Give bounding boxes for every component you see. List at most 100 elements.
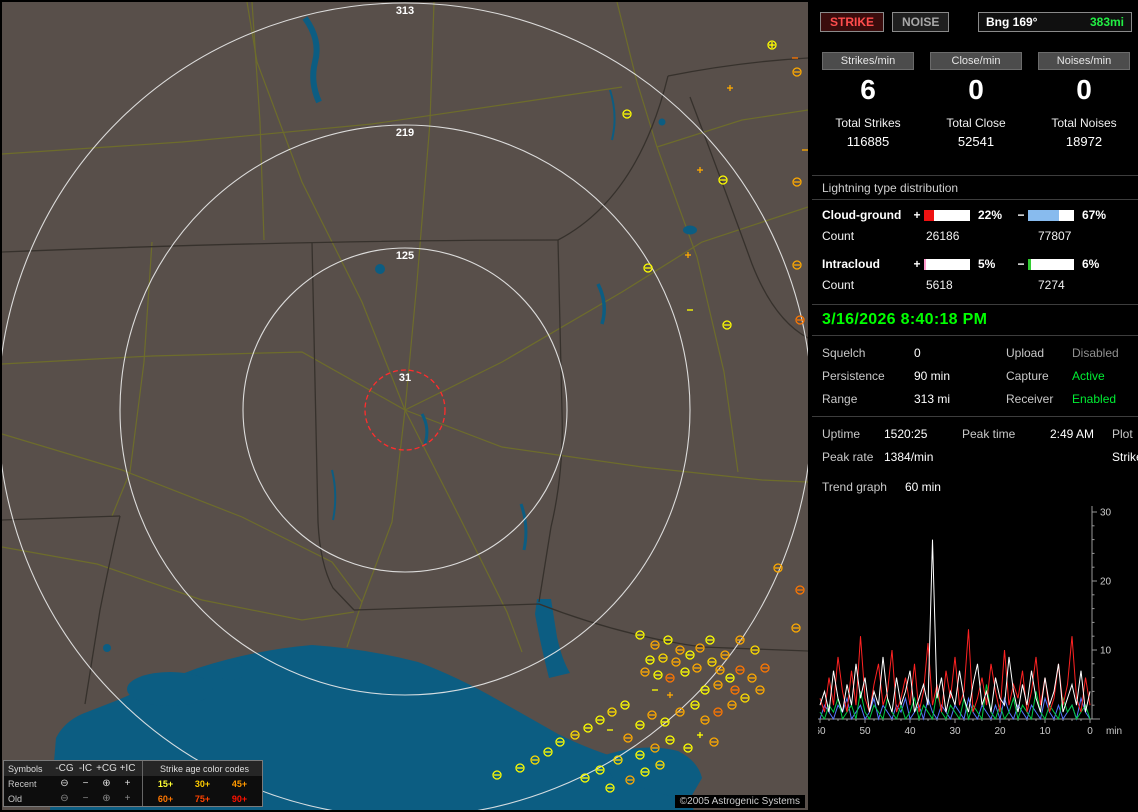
bearing-distance: 383mi <box>1089 15 1124 29</box>
cg-pos-bar-fill <box>924 209 935 221</box>
legend-header-neg-cg: -CG <box>55 763 74 774</box>
ic-pos-bar-fill <box>924 258 927 270</box>
trend-series-white <box>819 539 1091 713</box>
noises-counter: Noises/min 0 Total Noises 18972 <box>1038 52 1130 149</box>
map-canvas[interactable]: 313 219 125 31 <box>2 2 808 810</box>
age-30: 30+ <box>194 778 211 789</box>
age-45: 45+ <box>231 778 248 789</box>
cg-neg-recent-icon: ⊖ <box>60 778 69 789</box>
persistence-value: 90 min <box>914 369 951 383</box>
status-grid: Squelch 0 Upload Disabled Persistence 90… <box>812 336 1138 416</box>
trend-x-unit-label: min <box>1106 726 1122 737</box>
legend-divider <box>142 761 143 776</box>
legend-header-pos-ic: +IC <box>119 763 136 774</box>
squelch-value: 0 <box>914 346 921 360</box>
capture-status: Active <box>1072 369 1105 383</box>
intracloud-count-row: Count 5618 7274 <box>812 278 1138 292</box>
cg-neg-pct: 67% <box>1082 208 1107 222</box>
cg-pos-recent-icon: ⊕ <box>102 778 111 789</box>
plot-mode-value: Strike <box>1112 450 1138 464</box>
range-value: 313 mi <box>914 392 951 406</box>
plus-sign: + <box>913 257 921 271</box>
trend-graph: 10 20 30 0 10 20 30 40 50 60 min <box>818 506 1122 737</box>
peak-time-label: Peak time <box>962 427 1016 441</box>
trend-x-tick-label: 50 <box>859 726 871 737</box>
ic-pos-count: 5618 <box>926 278 953 292</box>
distribution-title: Lightning type distribution <box>822 181 959 195</box>
total-strikes-label: Total Strikes <box>835 116 901 130</box>
bearing-label: Bng 169° <box>986 15 1038 29</box>
trend-y-tick-label: 20 <box>1100 577 1112 588</box>
ring-label: 125 <box>396 250 414 262</box>
ring-label: 31 <box>399 372 411 384</box>
trend-x-tick-label: 20 <box>994 726 1006 737</box>
total-noises-value: 18972 <box>1065 134 1103 149</box>
cloud-ground-row: Cloud-ground + 22% − 67% <box>812 208 1138 222</box>
total-close-value: 52541 <box>957 134 995 149</box>
trend-x-tick-label: 10 <box>1039 726 1051 737</box>
ic-neg-bar-fill <box>1028 258 1031 270</box>
ic-neg-count: 7274 <box>1038 278 1065 292</box>
uptime-value: 1520:25 <box>884 427 928 441</box>
intracloud-label: Intracloud <box>822 257 881 271</box>
cg-pos-pct: 22% <box>978 208 1003 222</box>
map-panel: 313 219 125 31 Symbols -CG -IC +CG +IC Stri… <box>2 2 808 810</box>
ic-pos-pct: 5% <box>978 257 996 271</box>
ic-pos-recent-icon: + <box>124 778 131 789</box>
ring-label: 219 <box>396 127 414 139</box>
cg-neg-old-icon: ⊖ <box>60 793 69 804</box>
sidebar: STRIKE NOISE Bng 169° 383mi Strikes/min … <box>812 0 1138 812</box>
total-strikes-value: 116885 <box>846 134 890 149</box>
legend-header-neg-ic: -IC <box>78 763 93 774</box>
age-90: 90+ <box>231 793 248 804</box>
strike-symbol <box>767 40 777 50</box>
peak-rate-value: 1384/min <box>884 450 934 464</box>
counters-row: Strikes/min 6 Total Strikes 116885 Close… <box>812 32 1138 149</box>
plus-sign: + <box>913 208 921 222</box>
cg-pos-bar <box>924 209 970 221</box>
trend-y-tick-label: 10 <box>1100 646 1112 657</box>
trend-y-tick-label: 30 <box>1100 508 1112 519</box>
legend-header-pos-cg: +CG <box>96 763 117 774</box>
upload-label: Upload <box>1006 346 1045 360</box>
ic-pos-bar <box>924 258 970 270</box>
trend-graph-label: Trend graph <box>822 480 887 494</box>
age-15: 15+ <box>157 778 174 789</box>
total-noises-label: Total Noises <box>1051 116 1117 130</box>
legend-divider <box>142 791 143 806</box>
trend-series-red <box>819 629 1091 713</box>
trend-x-tick-label: 60 <box>818 726 826 737</box>
upload-status: Disabled <box>1072 346 1119 360</box>
divider <box>812 199 1138 200</box>
count-label: Count <box>822 278 855 292</box>
trend-x-tick-label: 0 <box>1087 726 1093 737</box>
ic-pos-old-icon: + <box>124 793 131 804</box>
noise-toggle-button[interactable]: NOISE <box>892 12 950 32</box>
copyright-text: ©2005 Astrogenic Systems <box>674 795 805 808</box>
cloud-ground-label: Cloud-ground <box>822 208 902 222</box>
strikes-per-min-value: 6 <box>860 74 876 105</box>
capture-label: Capture <box>1006 369 1049 383</box>
noises-per-min-button[interactable]: Noises/min <box>1038 52 1130 70</box>
close-per-min-value: 0 <box>968 74 984 105</box>
legend-age-title: Strike age color codes <box>159 763 250 774</box>
strike-toggle-button[interactable]: STRIKE <box>820 12 885 32</box>
minus-sign: − <box>1017 208 1025 222</box>
cg-neg-bar-fill <box>1028 209 1059 221</box>
trend-graph-window: 60 min <box>904 480 941 494</box>
receiver-status: Enabled <box>1072 392 1117 406</box>
legend-recent-label: Recent <box>8 778 37 789</box>
ic-neg-old-icon: − <box>82 793 89 804</box>
plot-label: Plot <box>1112 427 1133 441</box>
peak-rate-label: Peak rate <box>822 450 874 464</box>
strikes-counter: Strikes/min 6 Total Strikes 116885 <box>822 52 914 149</box>
persistence-label: Persistence <box>822 369 885 383</box>
datetime-display: 3/16/2026 8:40:18 PM <box>822 311 988 328</box>
strikes-per-min-button[interactable]: Strikes/min <box>822 52 914 70</box>
ic-neg-bar <box>1028 258 1074 270</box>
noises-per-min-value: 0 <box>1076 74 1092 105</box>
age-60: 60+ <box>157 793 174 804</box>
cg-pos-old-icon: ⊕ <box>102 793 111 804</box>
squelch-label: Squelch <box>822 346 866 360</box>
close-per-min-button[interactable]: Close/min <box>930 52 1022 70</box>
